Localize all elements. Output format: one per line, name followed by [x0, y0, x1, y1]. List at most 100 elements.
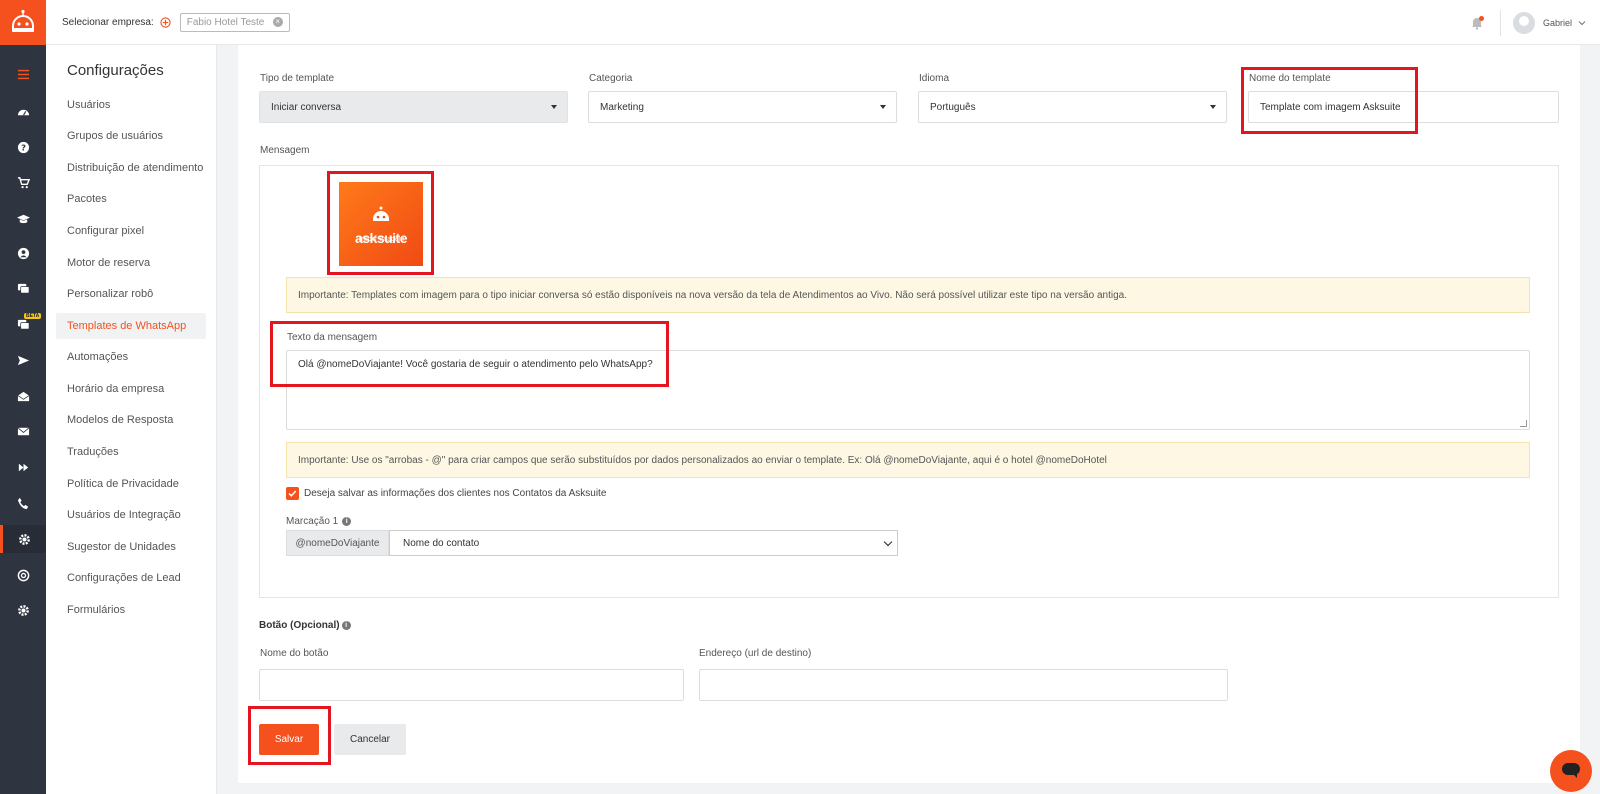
marking-value: Nome do contato — [403, 537, 480, 549]
chat-bubble-icon — [1562, 763, 1580, 778]
remove-company-icon[interactable]: × — [272, 17, 283, 27]
template-name-input[interactable]: Template com imagem Asksuite — [1248, 91, 1559, 123]
button-name-input[interactable] — [259, 669, 684, 701]
sidebar-item-traducoes[interactable]: Traduções — [56, 439, 206, 465]
sidebar-item-distribuicao[interactable]: Distribuição de atendimento — [56, 155, 206, 181]
top-bar: Selecionar empresa: Fabio Hotel Teste × … — [46, 0, 1600, 45]
sidebar-item-lead[interactable]: Configurações de Lead — [56, 565, 206, 591]
marking-select[interactable]: Nome do contato — [389, 530, 898, 556]
sidebar-item-sugestor[interactable]: Sugestor de Unidades — [56, 534, 206, 560]
template-type-value: Iniciar conversa — [271, 101, 342, 113]
settings-sidebar: Configurações Usuários Grupos de usuário… — [46, 45, 217, 794]
fast-forward-icon[interactable] — [0, 453, 46, 481]
marking-label: Marcação 1 — [286, 516, 339, 527]
username[interactable]: Gabriel — [1543, 18, 1572, 28]
cart-icon[interactable] — [0, 168, 46, 196]
template-type-label: Tipo de template — [260, 73, 335, 84]
svg-text:?: ? — [21, 142, 26, 152]
user-circle-icon[interactable] — [0, 239, 46, 267]
help-icon[interactable]: ? — [0, 133, 46, 161]
notification-dot — [1478, 15, 1484, 21]
template-name-value: Template com imagem Asksuite — [1260, 101, 1401, 113]
sidebar-item-motor-reserva[interactable]: Motor de reserva — [56, 250, 206, 276]
message-text-label: Texto da mensagem — [287, 332, 378, 343]
alert-arrobas-text: Importante: Use os "arrobas - @" para cr… — [298, 454, 1107, 466]
language-select[interactable]: Português — [918, 91, 1227, 123]
avatar[interactable] — [1512, 11, 1535, 34]
category-select[interactable]: Marketing — [588, 91, 897, 123]
info-icon[interactable]: i — [342, 517, 352, 526]
resize-handle[interactable] — [1520, 420, 1527, 427]
beta-badge: BETA — [24, 313, 42, 319]
caret-down-icon — [1210, 105, 1216, 109]
mail-open-icon[interactable] — [0, 382, 46, 410]
language-label: Idioma — [919, 73, 950, 84]
change-image-label[interactable]: Trocar Imagem — [357, 236, 404, 243]
sidebar-item-usuarios-integracao[interactable]: Usuários de Integração — [56, 502, 206, 528]
topbar-divider — [1499, 9, 1501, 36]
sidebar-item-privacidade[interactable]: Política de Privacidade — [56, 471, 206, 497]
marking-tag: @nomeDoViajante — [286, 530, 389, 556]
gear-icon[interactable] — [0, 596, 46, 624]
sidebar-item-pixel[interactable]: Configurar pixel — [56, 218, 206, 244]
sidebar-item-grupos-usuarios[interactable]: Grupos de usuários — [56, 123, 206, 149]
check-icon — [288, 490, 297, 497]
sidebar-item-horario[interactable]: Horário da empresa — [56, 376, 206, 402]
alert-image: Importante: Templates com imagem para o … — [286, 277, 1530, 313]
sidebar-item-automacoes[interactable]: Automações — [56, 344, 206, 370]
notification-bell-icon[interactable] — [1470, 15, 1484, 30]
chat-widget-button[interactable] — [1550, 750, 1592, 792]
language-value: Português — [930, 101, 976, 113]
template-name-label: Nome do template — [1249, 73, 1331, 84]
dashboard-icon[interactable] — [0, 98, 46, 126]
sidebar-item-pacotes[interactable]: Pacotes — [56, 186, 206, 212]
category-label: Categoria — [589, 73, 633, 84]
mail-icon[interactable] — [0, 417, 46, 445]
template-type-select[interactable]: Iniciar conversa — [259, 91, 568, 123]
caret-down-icon — [551, 105, 557, 109]
app-rail: ? BETA — [0, 0, 46, 794]
button-name-label: Nome do botão — [260, 648, 329, 659]
send-icon[interactable] — [0, 346, 46, 374]
info-icon[interactable]: i — [341, 621, 351, 630]
sidebar-item-personalizar-robo[interactable]: Personalizar robô — [56, 281, 206, 307]
message-textarea[interactable]: Olá @nomeDoViajante! Você gostaria de se… — [286, 350, 1530, 430]
settings-icon[interactable] — [0, 525, 46, 553]
chat-icon[interactable] — [0, 274, 46, 302]
button-url-label: Endereço (url de destino) — [699, 648, 812, 659]
sidebar-item-usuarios[interactable]: Usuários — [56, 92, 206, 118]
sidebar-item-modelos-resposta[interactable]: Modelos de Resposta — [56, 407, 206, 433]
company-tag-label: Fabio Hotel Teste — [186, 16, 265, 28]
save-button[interactable]: Salvar — [259, 724, 319, 755]
robot-logo-icon — [373, 206, 389, 221]
sidebar-item-formularios[interactable]: Formulários — [56, 597, 206, 623]
add-company-icon[interactable] — [160, 16, 171, 28]
robot-logo-icon[interactable] — [0, 0, 46, 45]
chat-beta-icon[interactable]: BETA — [0, 310, 46, 338]
sidebar-title: Configurações — [67, 62, 164, 79]
sidebar-item-templates-whatsapp[interactable]: Templates de WhatsApp — [56, 313, 206, 339]
message-label: Mensagem — [260, 145, 310, 156]
menu-icon[interactable] — [0, 60, 46, 88]
template-image[interactable]: asksuite Trocar Imagem — [339, 182, 423, 266]
category-value: Marketing — [600, 101, 644, 113]
message-text: Olá @nomeDoViajante! Você gostaria de se… — [298, 359, 653, 370]
template-form: Tipo de template Iniciar conversa Catego… — [238, 45, 1580, 783]
button-section-label: Botão (Opcional) — [259, 620, 340, 631]
marking-row: @nomeDoViajante Nome do contato — [286, 530, 898, 556]
alert-image-text: Importante: Templates com imagem para o … — [298, 289, 1127, 301]
support-icon[interactable] — [0, 561, 46, 589]
graduation-icon[interactable] — [0, 204, 46, 232]
marking-label-row: Marcação 1 i — [286, 516, 352, 527]
save-contacts-checkbox[interactable] — [286, 487, 299, 500]
phone-icon[interactable] — [0, 489, 46, 517]
alert-arrobas: Importante: Use os "arrobas - @" para cr… — [286, 442, 1530, 478]
chevron-down-icon — [883, 537, 893, 547]
save-contacts-label: Deseja salvar as informações dos cliente… — [304, 488, 607, 499]
company-select-label: Selecionar empresa: — [62, 16, 154, 28]
company-tag[interactable]: Fabio Hotel Teste × — [179, 12, 290, 32]
chevron-down-icon[interactable] — [1578, 19, 1586, 27]
cancel-button[interactable]: Cancelar — [334, 724, 406, 755]
button-url-input[interactable] — [699, 669, 1228, 701]
caret-down-icon — [880, 105, 886, 109]
